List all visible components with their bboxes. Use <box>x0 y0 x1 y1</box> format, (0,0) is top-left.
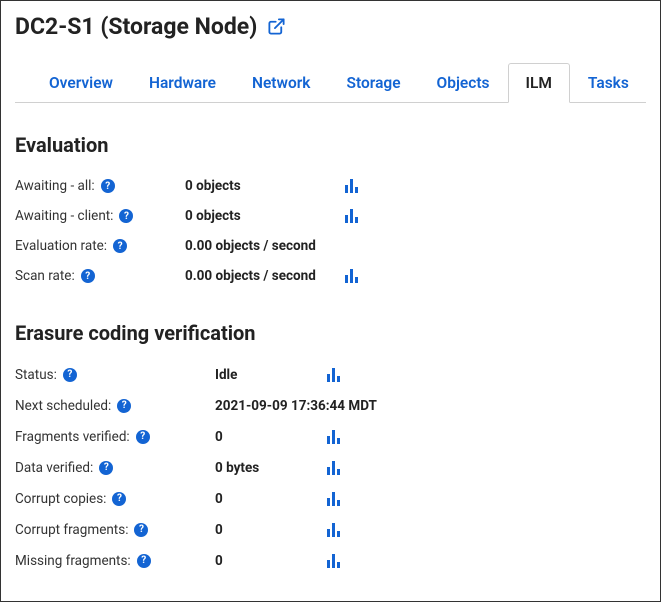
metric-value: 0 objects <box>185 178 345 194</box>
metric-label: Next scheduled: ? <box>15 398 215 414</box>
metric-value: 0 <box>215 553 327 569</box>
label-text: Status: <box>15 367 57 383</box>
tab-tasks[interactable]: Tasks <box>570 63 647 103</box>
bar-chart-icon[interactable] <box>327 430 340 444</box>
metric-fragments-verified: Fragments verified: ? 0 <box>15 421 646 452</box>
help-icon[interactable]: ? <box>137 554 151 568</box>
label-text: Awaiting - client: <box>15 208 113 224</box>
metric-value: 0 <box>215 491 327 507</box>
bar-chart-icon[interactable] <box>345 179 358 193</box>
metric-value: 0.00 objects / second <box>185 268 345 284</box>
label-text: Scan rate: <box>15 268 75 284</box>
metric-label: Awaiting - all: ? <box>15 178 185 194</box>
tab-network[interactable]: Network <box>234 63 329 103</box>
metric-next-scheduled: Next scheduled: ? 2021-09-09 17:36:44 MD… <box>15 390 646 421</box>
bar-chart-icon[interactable] <box>327 523 340 537</box>
bar-chart-icon[interactable] <box>345 269 358 283</box>
metric-value: 2021-09-09 17:36:44 MDT <box>215 398 465 414</box>
metric-value: 0 <box>215 429 327 445</box>
metric-awaiting-client: Awaiting - client: ? 0 objects <box>15 201 646 231</box>
help-icon[interactable]: ? <box>81 269 95 283</box>
bar-chart-icon[interactable] <box>345 209 358 223</box>
metric-status: Status: ? Idle <box>15 359 646 390</box>
bar-chart-icon[interactable] <box>327 554 340 568</box>
metric-label: Status: ? <box>15 367 215 383</box>
help-icon[interactable]: ? <box>117 399 131 413</box>
metric-missing-fragments: Missing fragments: ? 0 <box>15 545 646 576</box>
help-icon[interactable]: ? <box>113 239 127 253</box>
section-evaluation-title: Evaluation <box>15 133 646 157</box>
section-ecv-title: Erasure coding verification <box>15 321 646 345</box>
metric-corrupt-copies: Corrupt copies: ? 0 <box>15 483 646 514</box>
help-icon[interactable]: ? <box>63 368 77 382</box>
help-icon[interactable]: ? <box>112 492 126 506</box>
label-text: Data verified: <box>15 460 93 476</box>
help-icon[interactable]: ? <box>136 430 150 444</box>
bar-chart-icon[interactable] <box>327 492 340 506</box>
help-icon[interactable]: ? <box>99 461 113 475</box>
label-text: Evaluation rate: <box>15 238 107 254</box>
bar-chart-icon[interactable] <box>327 368 340 382</box>
metric-value: 0 objects <box>185 208 345 224</box>
label-text: Missing fragments: <box>15 553 131 569</box>
help-icon[interactable]: ? <box>119 209 133 223</box>
evaluation-metrics: Awaiting - all: ? 0 objects Awaiting - c… <box>15 171 646 291</box>
tab-bar: Overview Hardware Network Storage Object… <box>15 62 646 103</box>
tab-storage[interactable]: Storage <box>329 63 419 103</box>
metric-label: Fragments verified: ? <box>15 429 215 445</box>
metric-evaluation-rate: Evaluation rate: ? 0.00 objects / second <box>15 231 646 261</box>
metric-label: Awaiting - client: ? <box>15 208 185 224</box>
bar-chart-icon[interactable] <box>327 461 340 475</box>
metric-label: Data verified: ? <box>15 460 215 476</box>
tab-objects[interactable]: Objects <box>419 63 508 103</box>
open-in-new-icon[interactable] <box>267 17 286 36</box>
tab-ilm[interactable]: ILM <box>508 63 570 103</box>
metric-value: Idle <box>215 367 327 383</box>
metric-data-verified: Data verified: ? 0 bytes <box>15 452 646 483</box>
metric-label: Missing fragments: ? <box>15 553 215 569</box>
metric-label: Evaluation rate: ? <box>15 238 185 254</box>
metric-value: 0 <box>215 522 327 538</box>
tab-hardware[interactable]: Hardware <box>131 63 234 103</box>
label-text: Next scheduled: <box>15 398 111 414</box>
label-text: Awaiting - all: <box>15 178 95 194</box>
metric-value: 0.00 objects / second <box>185 238 345 254</box>
page-header: DC2-S1 (Storage Node) <box>15 13 646 40</box>
metric-label: Corrupt copies: ? <box>15 491 215 507</box>
metric-value: 0 bytes <box>215 460 327 476</box>
tab-overview[interactable]: Overview <box>31 63 131 103</box>
metric-corrupt-fragments: Corrupt fragments: ? 0 <box>15 514 646 545</box>
help-icon[interactable]: ? <box>134 523 148 537</box>
label-text: Corrupt fragments: <box>15 522 128 538</box>
metric-scan-rate: Scan rate: ? 0.00 objects / second <box>15 261 646 291</box>
metric-label: Scan rate: ? <box>15 268 185 284</box>
label-text: Corrupt copies: <box>15 491 106 507</box>
page-title: DC2-S1 (Storage Node) <box>15 13 257 40</box>
metric-label: Corrupt fragments: ? <box>15 522 215 538</box>
erasure-coding-metrics: Status: ? Idle Next scheduled: ? 2021-09… <box>15 359 646 576</box>
label-text: Fragments verified: <box>15 429 130 445</box>
help-icon[interactable]: ? <box>101 179 115 193</box>
metric-awaiting-all: Awaiting - all: ? 0 objects <box>15 171 646 201</box>
